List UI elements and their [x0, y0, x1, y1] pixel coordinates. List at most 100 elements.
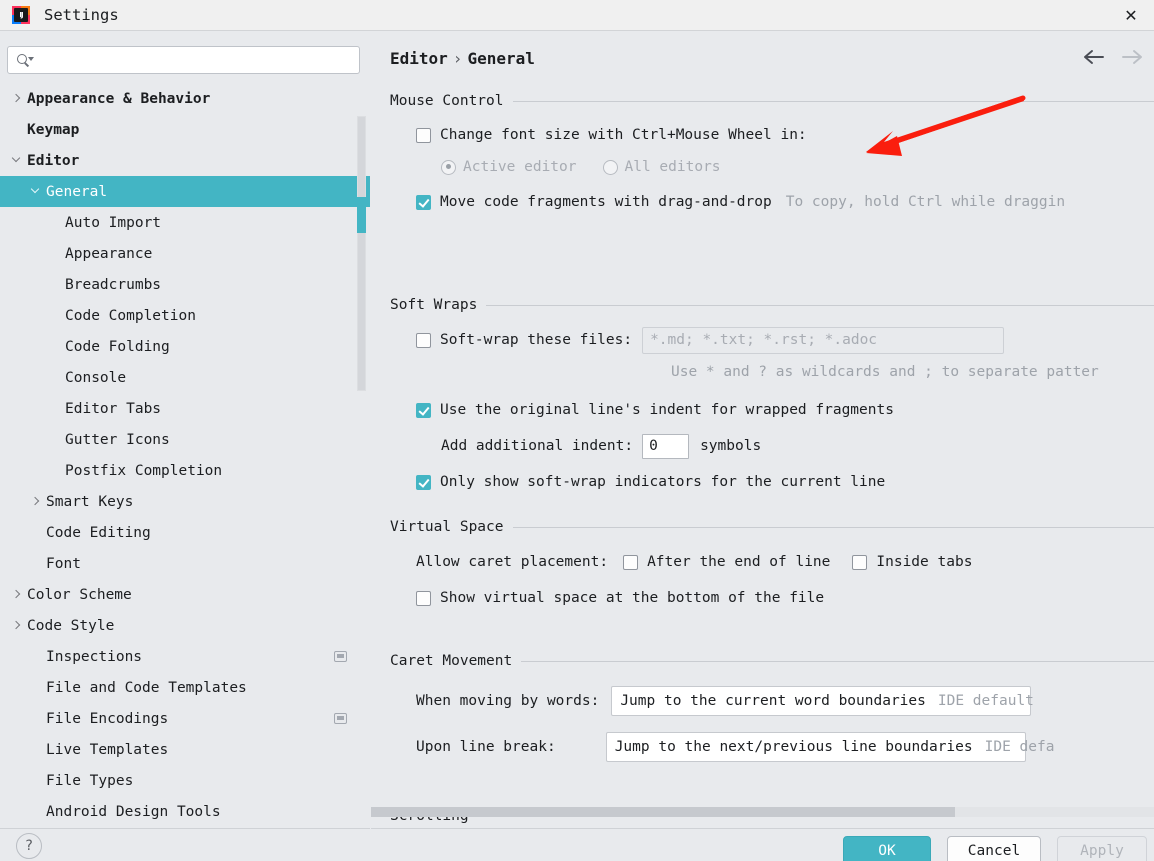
sidebar-item-label: Console [65, 369, 127, 386]
row-change-font-size[interactable]: Change font size with Ctrl+Mouse Wheel i… [416, 122, 1154, 148]
soft-wrap-files-checkbox[interactable] [416, 332, 431, 348]
chevron-right-icon[interactable] [10, 92, 24, 106]
group-rule [512, 526, 1154, 528]
all-editors-radio[interactable] [602, 159, 618, 175]
sidebar-item-code-folding[interactable]: Code Folding [0, 331, 370, 362]
group-rule [486, 304, 1154, 306]
navigation-arrows [1083, 49, 1143, 65]
sidebar-item-file-encodings[interactable]: File Encodings [0, 703, 370, 734]
sidebar-item-editor-tabs[interactable]: Editor Tabs [0, 393, 370, 424]
upon-line-break-label: Upon line break: [416, 739, 556, 755]
only-show-indicators-checkbox[interactable] [416, 474, 431, 490]
sidebar-item-file-and-code-templates[interactable]: File and Code Templates [0, 672, 370, 703]
cancel-button[interactable]: Cancel [947, 836, 1041, 861]
sidebar-item-label: Appearance [65, 245, 153, 262]
sidebar-item-appearance-behavior[interactable]: Appearance & Behavior [0, 83, 370, 114]
sidebar-item-editor[interactable]: Editor [0, 145, 370, 176]
sidebar-item-code-completion[interactable]: Code Completion [0, 300, 370, 331]
when-moving-by-words-badge: IDE default [937, 693, 1034, 709]
move-code-fragments-checkbox[interactable] [416, 194, 431, 210]
group-virtual-space: Virtual Space Allow caret placement: Aft… [390, 518, 1154, 611]
sidebar-item-auto-import[interactable]: Auto Import [0, 207, 370, 238]
additional-indent-suffix: symbols [700, 438, 762, 454]
row-move-code-fragments[interactable]: Move code fragments with drag-and-drop T… [416, 189, 1154, 215]
row-only-show-indicators[interactable]: Only show soft-wrap indicators for the c… [416, 469, 1154, 495]
group-title-virtual-space: Virtual Space [390, 518, 1154, 536]
group-rule [521, 660, 1154, 662]
sidebar-item-live-templates[interactable]: Live Templates [0, 734, 370, 765]
sidebar-item-appearance[interactable]: Appearance [0, 238, 370, 269]
sidebar-item-font[interactable]: Font [0, 548, 370, 579]
additional-indent-input[interactable]: 0 [642, 433, 690, 459]
soft-wrap-files-label: Soft-wrap these files: [440, 332, 633, 348]
inside-tabs-checkbox[interactable] [852, 554, 868, 570]
active-editor-radio[interactable] [441, 159, 456, 175]
group-label: Mouse Control [390, 93, 504, 109]
sidebar-item-label: Editor [27, 152, 80, 169]
group-title-mouse-control: Mouse Control [390, 92, 1154, 110]
sidebar-item-console[interactable]: Console [0, 362, 370, 393]
move-code-fragments-label: Move code fragments with drag-and-drop [440, 194, 772, 210]
breadcrumb-root[interactable]: Editor [390, 49, 448, 68]
forward-arrow-icon [1121, 49, 1143, 65]
group-soft-wraps: Soft Wraps Soft-wrap these files: *.md; … [390, 296, 1154, 495]
sidebar-item-android-design-tools[interactable]: Android Design Tools [0, 796, 370, 827]
when-moving-by-words-select[interactable]: Jump to the current word boundaries IDE … [611, 686, 1034, 716]
group-label: Virtual Space [390, 519, 504, 535]
row-upon-line-break: Upon line break: Jump to the next/previo… [416, 731, 1154, 763]
use-original-indent-checkbox[interactable] [416, 402, 431, 418]
breadcrumb: Editor › General [390, 49, 535, 68]
content-hscrollbar-thumb[interactable] [371, 807, 955, 817]
chevron-right-icon[interactable] [29, 495, 43, 509]
sidebar-item-color-scheme[interactable]: Color Scheme [0, 579, 370, 610]
sidebar-item-label: Code Editing [46, 524, 151, 541]
inside-tabs-label: Inside tabs [876, 554, 973, 570]
sidebar-item-label: Keymap [27, 121, 80, 138]
group-label: Soft Wraps [390, 297, 478, 313]
ok-button[interactable]: OK [843, 836, 931, 861]
sidebar-scrollbar-thumb[interactable] [357, 197, 366, 233]
chevron-right-icon[interactable] [10, 619, 24, 633]
row-additional-indent: Add additional indent: 0 symbols [441, 433, 1154, 459]
use-original-indent-label: Use the original line's indent for wrapp… [440, 402, 894, 418]
close-icon[interactable]: ✕ [1108, 0, 1154, 31]
all-editors-label: All editors [624, 159, 721, 175]
chevron-right-icon[interactable] [10, 588, 24, 602]
upon-line-break-select[interactable]: Jump to the next/previous line boundarie… [605, 732, 1054, 762]
show-virtual-space-checkbox[interactable] [416, 590, 431, 606]
help-button[interactable]: ? [16, 833, 42, 859]
sidebar-item-postfix-completion[interactable]: Postfix Completion [0, 455, 370, 486]
sidebar-item-label: Breadcrumbs [65, 276, 162, 293]
sidebar-item-smart-keys[interactable]: Smart Keys [0, 486, 370, 517]
sidebar-item-breadcrumbs[interactable]: Breadcrumbs [0, 269, 370, 300]
show-virtual-space-label: Show virtual space at the bottom of the … [440, 590, 825, 606]
row-use-original-indent[interactable]: Use the original line's indent for wrapp… [416, 397, 1154, 423]
row-show-virtual-space[interactable]: Show virtual space at the bottom of the … [416, 585, 1154, 611]
back-arrow-icon[interactable] [1083, 49, 1105, 65]
sidebar-item-label: File Encodings [46, 710, 169, 727]
sidebar-item-file-types[interactable]: File Types [0, 765, 370, 796]
sidebar-item-keymap[interactable]: Keymap [0, 114, 370, 145]
sidebar-scrollbar-track[interactable] [357, 116, 366, 391]
row-when-moving-by-words: When moving by words: Jump to the curren… [416, 685, 1154, 717]
change-font-size-checkbox[interactable] [416, 127, 431, 143]
after-end-of-line-checkbox[interactable] [623, 554, 639, 570]
chevron-down-icon[interactable] [10, 153, 24, 168]
upon-line-break-value: Jump to the next/previous line boundarie… [614, 739, 973, 755]
sidebar-item-label: Code Style [27, 617, 115, 634]
search-box[interactable] [7, 46, 360, 74]
sidebar-item-general[interactable]: General [0, 176, 370, 207]
sidebar-item-code-style[interactable]: Code Style [0, 610, 370, 641]
search-input[interactable] [38, 51, 359, 69]
sidebar-item-gutter-icons[interactable]: Gutter Icons [0, 424, 370, 455]
settings-content: Editor › General Mouse Control Change fo… [371, 31, 1154, 829]
sidebar-item-label: Code Folding [65, 338, 170, 355]
sidebar-item-code-editing[interactable]: Code Editing [0, 517, 370, 548]
breadcrumb-leaf: General [467, 49, 535, 68]
settings-dialog: IJ Settings ✕ Appearance & Behavior Keyma… [0, 0, 1154, 861]
group-title-soft-wraps: Soft Wraps [390, 296, 1154, 314]
soft-wrap-files-input[interactable]: *.md; *.txt; *.rst; *.adoc [642, 326, 1005, 354]
sidebar-item-inspections[interactable]: Inspections [0, 641, 370, 672]
group-label: Caret Movement [390, 653, 513, 669]
chevron-down-icon[interactable] [29, 184, 43, 199]
